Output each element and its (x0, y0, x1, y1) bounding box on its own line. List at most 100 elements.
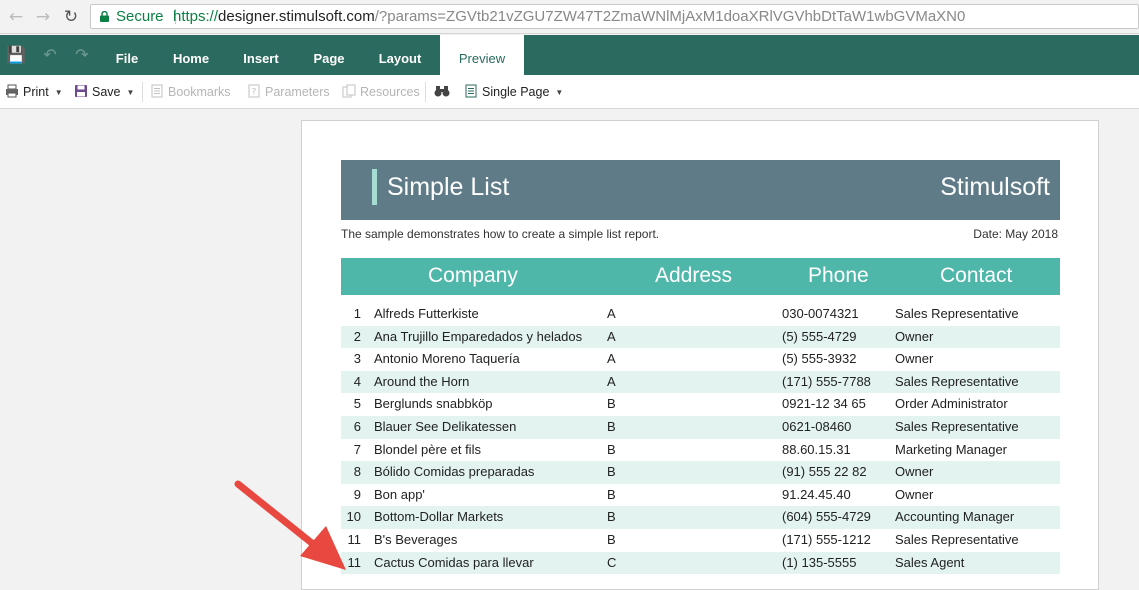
toolbar-divider (142, 82, 143, 102)
tab-file[interactable]: File (104, 35, 150, 75)
contact-cell: Accounting Manager (895, 509, 1015, 525)
tab-preview[interactable]: Preview (440, 35, 524, 75)
address-cell: B (607, 509, 616, 525)
column-header-contact: Contact (940, 264, 1013, 287)
contact-cell: Sales Representative (895, 531, 1019, 547)
bookmarks-button[interactable]: Bookmarks (150, 83, 231, 101)
table-row: 8 Bólido Comidas preparadas B (91) 555 22 8… (341, 461, 1060, 484)
row-number: 9 (353, 486, 361, 502)
resources-icon (342, 84, 356, 98)
phone-cell: (5) 555-4729 (782, 328, 857, 344)
row-number: 6 (353, 418, 361, 434)
printer-icon (6, 84, 18, 98)
table-row: 11 Cactus Comidas para llevar C (1) 135-555… (341, 551, 1060, 575)
report-page: Simple List Stimulsoft The sample demons… (301, 120, 1099, 590)
contact-cell: Owner (895, 351, 934, 367)
phone-cell: (171) 555-1212 (782, 531, 871, 547)
column-header-address: Address (655, 264, 733, 287)
redo-icon[interactable]: ↷ (72, 45, 92, 65)
save-caret-icon: ▼ (126, 88, 135, 97)
table-row: 11 B's Beverages B (171) 555-1212 Sales Repr… (341, 529, 1060, 552)
address-cell: B (607, 441, 616, 457)
preview-toolbar: Print ▼ Save ▼ Bookmarks ? Parameters Reso… (0, 75, 1139, 109)
tab-layout[interactable]: Layout (368, 35, 432, 75)
column-header-phone: Phone (808, 264, 869, 287)
row-number: 7 (353, 441, 361, 457)
phone-cell: (1) 135-5555 (782, 554, 857, 570)
phone-cell: 91.24.45.40 (782, 486, 851, 502)
view-mode-caret-icon: ▼ (555, 88, 564, 97)
phone-cell: (604) 555-4729 (782, 509, 871, 525)
column-header-band: Company Address Phone Contact (341, 258, 1060, 295)
phone-cell: (5) 555-3932 (782, 351, 857, 367)
svg-text:?: ? (252, 88, 257, 98)
report-date: Date: May 2018 (973, 227, 1058, 241)
contact-cell: Owner (895, 328, 934, 344)
tab-home[interactable]: Home (164, 35, 218, 75)
view-mode-label: Single Page (482, 85, 550, 99)
company-cell: Blondel père et fils (374, 441, 481, 457)
save-button[interactable]: Save ▼ (74, 83, 134, 101)
back-arrow-icon[interactable]: ← (6, 7, 26, 27)
contact-cell: Owner (895, 464, 934, 480)
report-brand: Stimulsoft (940, 173, 1050, 201)
report-data-rows: 1 Alfreds Futterkiste A 030-0074321 Sales Re… (341, 303, 1060, 575)
row-number: 3 (353, 351, 361, 367)
table-row: 10 Bottom-Dollar Markets B (604) 555-4729 Ac… (341, 506, 1060, 529)
address-cell: A (607, 306, 616, 321)
save-label: Save (92, 85, 121, 99)
table-row: 9 Bon app' B 91.24.45.40 Owner (341, 484, 1060, 507)
url-host: designer.stimulsoft.com (218, 8, 375, 25)
row-number: 1 (353, 306, 361, 321)
address-cell: B (607, 531, 616, 547)
view-mode-dropdown[interactable]: Single Page ▼ (464, 83, 563, 101)
forward-arrow-icon[interactable]: → (33, 7, 53, 27)
tab-page[interactable]: Page (302, 35, 356, 75)
lock-icon (100, 11, 109, 22)
url-scheme: https:// (173, 8, 219, 25)
page-url: https://designer.stimulsoft.com/?params=… (173, 5, 965, 28)
reload-icon[interactable]: ↻ (61, 7, 81, 27)
row-number: 10 (346, 509, 361, 525)
company-cell: Bon app' (374, 486, 425, 502)
company-cell: Blauer See Delikatessen (374, 418, 517, 434)
phone-cell: 0921-12 34 65 (782, 396, 866, 412)
secure-label: Secure (116, 8, 164, 25)
report-subtitle: The sample demonstrates how to create a … (341, 227, 660, 241)
report-preview-area[interactable]: Simple List Stimulsoft The sample demons… (0, 110, 1139, 590)
single-page-icon (465, 84, 477, 98)
phone-cell: 0621-08460 (782, 418, 852, 434)
contact-cell: Owner (895, 486, 934, 502)
contact-cell: Sales Agent (895, 554, 965, 570)
bookmarks-icon (151, 84, 163, 98)
url-path: /?params=ZGVtb21vZGU7ZW47T2ZmaWNlMjAxM1d… (374, 8, 966, 25)
company-cell: B's Beverages (374, 531, 458, 547)
toolbar-divider (425, 82, 426, 102)
address-bar[interactable]: Secure https://designer.stimulsoft.com/?… (90, 4, 1139, 29)
address-cell: A (607, 373, 616, 389)
phone-cell: (91) 555 22 82 (782, 464, 867, 480)
find-button[interactable] (434, 83, 454, 101)
save-disk-icon[interactable]: 💾 (6, 45, 26, 65)
address-cell: B (607, 418, 616, 434)
print-button[interactable]: Print ▼ (5, 83, 63, 101)
parameters-button[interactable]: ? Parameters (247, 83, 330, 101)
print-label: Print (23, 85, 49, 99)
ribbon-bar: 💾 ↶ ↷ File Home Insert Page Layout Previ… (0, 35, 1139, 75)
address-cell: B (607, 396, 616, 412)
address-cell: A (607, 328, 616, 344)
resources-button[interactable]: Resources (342, 83, 420, 101)
company-cell: Berglunds snabbköp (374, 396, 493, 412)
row-number: 11 (347, 531, 362, 547)
table-row: 2 Ana Trujillo Emparedados y helados A (5) … (341, 325, 1060, 349)
tab-insert[interactable]: Insert (232, 35, 290, 75)
address-cell: B (607, 464, 616, 480)
row-number: 5 (353, 396, 361, 412)
contact-cell: Order Administrator (895, 396, 1008, 412)
parameters-icon: ? (248, 84, 260, 98)
report-header-band: Simple List Stimulsoft (341, 160, 1060, 220)
header-accent-bar (372, 169, 377, 205)
table-row: 6 Blauer See Delikatessen B 0621-08460 Sales… (341, 415, 1060, 439)
undo-icon[interactable]: ↶ (40, 45, 60, 65)
row-number: 8 (353, 464, 361, 480)
